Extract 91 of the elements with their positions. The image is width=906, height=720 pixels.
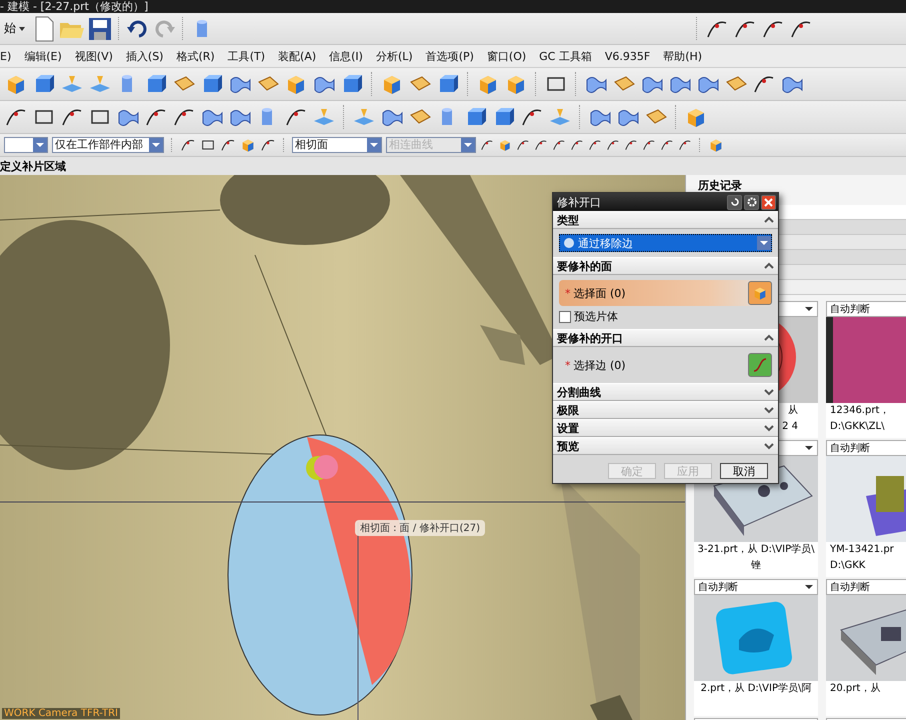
face-select-button[interactable] (748, 281, 772, 305)
curve-icon[interactable] (678, 138, 692, 152)
reset-icon (730, 197, 740, 207)
menu-item[interactable]: 工具(T) (228, 48, 266, 64)
section-header[interactable]: 分割曲线 (553, 383, 778, 401)
cube-icon (752, 285, 768, 301)
menu-item[interactable]: 信息(I) (329, 48, 363, 64)
curve-icon[interactable] (624, 138, 638, 152)
menu-item[interactable]: 帮助(H) (663, 48, 702, 64)
selection-row[interactable]: * 选择边 (0) (559, 352, 772, 378)
settings-icon (746, 197, 756, 207)
section-header[interactable]: 类型 (553, 211, 778, 229)
menu-item[interactable]: 格式(R) (176, 48, 215, 64)
reset-button[interactable] (727, 194, 742, 210)
menu-item[interactable]: 窗口(O) (486, 48, 526, 64)
cue-line: 定义补片区域 (0, 158, 66, 174)
card-caption: YM-13421.pr (829, 543, 895, 557)
curve-icon[interactable] (220, 137, 236, 153)
checkbox[interactable]: 预选片体 (559, 309, 772, 324)
curve-icon (752, 357, 768, 373)
curve-icon[interactable] (588, 138, 602, 152)
close-icon (764, 198, 773, 206)
curve-icon[interactable] (642, 138, 656, 152)
section-header[interactable]: 预览 (553, 437, 778, 455)
menu-item[interactable]: E) (0, 50, 12, 62)
curve-icon[interactable] (606, 138, 620, 152)
history-card[interactable]: 自动判断 20.prt，从 (826, 579, 906, 716)
cube-icon[interactable] (498, 138, 512, 152)
section-header[interactable]: 要修补的面 (553, 257, 778, 275)
selection-label: * 选择面 (0) (565, 286, 627, 300)
curve-icon[interactable] (534, 138, 548, 152)
caret-icon (805, 585, 813, 589)
dialog-title: 修补开口 (557, 194, 602, 210)
curve-icon[interactable] (480, 138, 494, 152)
curve-icon[interactable] (516, 138, 530, 152)
selection-label: * 选择边 (0) (565, 358, 627, 372)
cube-icon[interactable] (708, 137, 724, 153)
new-file-icon[interactable] (33, 16, 55, 42)
menu-item[interactable]: 分析(L) (376, 48, 413, 64)
card-header: 自动判断 (830, 442, 870, 455)
curve-icon[interactable] (660, 138, 674, 152)
menu-item[interactable]: 插入(S) (126, 48, 164, 64)
menu-item[interactable]: GC 工具箱 (539, 48, 592, 64)
menu-item[interactable]: 装配(A) (278, 48, 316, 64)
history-card[interactable]: 自动判断 12346.prt， D:\GKK\ZL\ (826, 301, 906, 438)
caret-icon (805, 307, 813, 311)
selection-row[interactable]: * 选择面 (0) (559, 280, 772, 306)
close-button[interactable] (761, 194, 776, 210)
window-title: - 建模 - [2-27.prt（修改的）] (0, 0, 148, 13)
curve-icon[interactable] (570, 138, 584, 152)
undo-icon[interactable] (127, 20, 149, 38)
card-caption: 从 (788, 404, 798, 418)
camera-label: WORK Camera TFR-TRI (2, 708, 120, 719)
card-header: 自动判断 (830, 580, 870, 594)
card-header: 自动判断 (830, 302, 870, 316)
panel-title: 历史记录 (698, 178, 742, 193)
menu-item[interactable]: 首选项(P) (426, 48, 474, 64)
dialog-button[interactable]: 取消 (720, 463, 768, 479)
caret-icon (19, 26, 25, 30)
start-button[interactable]: 始 (4, 16, 29, 40)
curve-select-button[interactable] (748, 353, 772, 377)
filter-dropdown[interactable] (4, 137, 48, 153)
filter-dropdown[interactable]: 仅在工作部件内部 (52, 137, 164, 153)
caret-icon (805, 446, 813, 450)
card-caption: 3-21.prt，从 D:\VIP学员\ (696, 542, 816, 557)
curve-icon[interactable] (552, 138, 566, 152)
card-caption: 2.prt，从 D:\VIP学员\阿 (700, 682, 812, 696)
card-caption: 2 4 (782, 420, 798, 434)
type-dropdown[interactable]: 通过移除边 (559, 234, 772, 252)
menu-item[interactable]: 编辑(E) (24, 48, 62, 64)
card-caption: 锉 (750, 559, 762, 573)
tooltip: 相切面 : 面 / 修补开口(27) (355, 520, 485, 536)
card-caption: D:\GKK\ZL\ (829, 420, 886, 434)
history-card[interactable]: 自动判断 2.prt，从 D:\VIP学员\阿 (694, 579, 818, 716)
history-card[interactable]: 自动判断 YM-13421.pr D:\GKK (826, 440, 906, 577)
card-caption: 20.prt，从 (829, 682, 882, 696)
settings-button[interactable] (744, 194, 759, 210)
cube-icon[interactable] (240, 137, 256, 153)
menu-item[interactable]: 视图(V) (74, 48, 113, 64)
save-icon[interactable] (89, 18, 111, 40)
section-header[interactable]: 设置 (553, 419, 778, 437)
card-header: 自动判断 (698, 580, 738, 594)
sphere-icon (563, 237, 575, 249)
curve-rule-dropdown[interactable]: 相切面 (292, 137, 382, 153)
card-caption: D:\GKK (829, 559, 866, 573)
card-caption: 12346.prt， (829, 404, 890, 418)
menu-item[interactable]: V6.935F (604, 50, 650, 62)
curve-icon[interactable] (260, 137, 276, 153)
section-header[interactable]: 极限 (553, 401, 778, 419)
curve-icon[interactable] (180, 137, 196, 153)
section-header[interactable]: 要修补的开口 (553, 329, 778, 347)
